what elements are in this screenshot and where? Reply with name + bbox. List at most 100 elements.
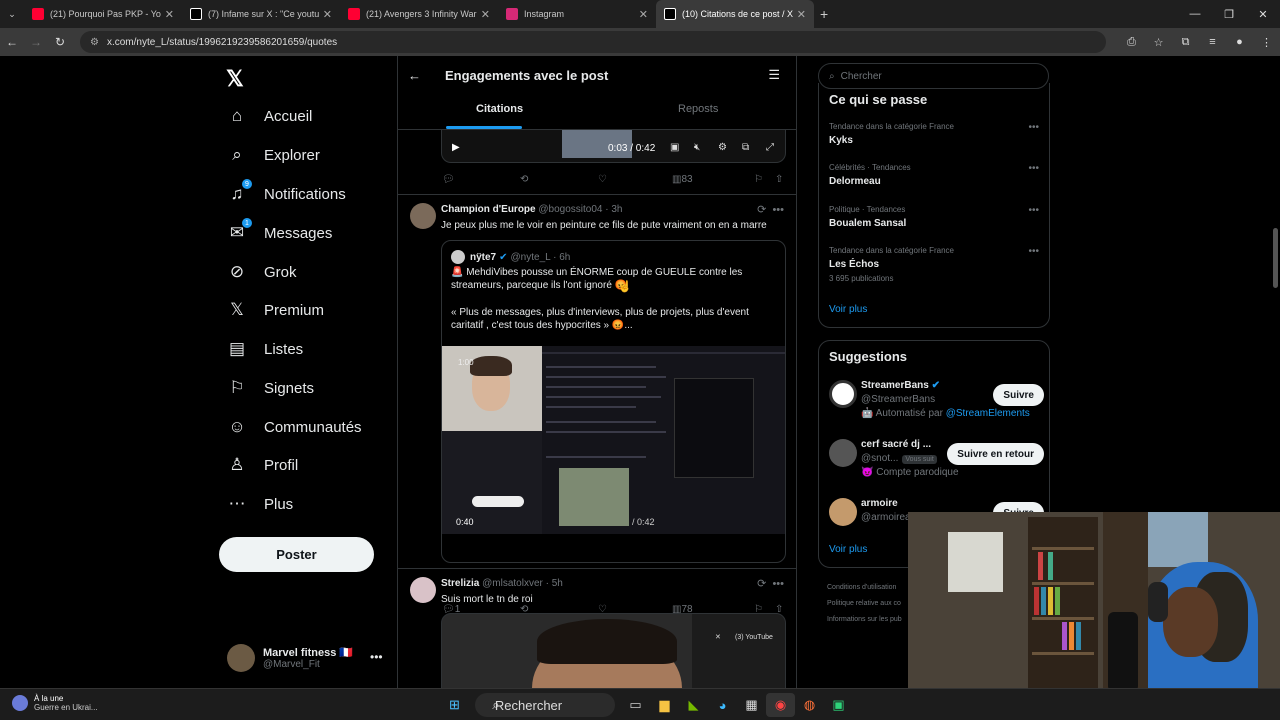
close-icon[interactable]: ✕: [481, 8, 490, 21]
store-icon[interactable]: ▦: [737, 693, 766, 717]
edge-icon[interactable]: ◕: [708, 693, 737, 717]
more-icon[interactable]: •••: [1028, 163, 1039, 174]
browser-tab[interactable]: Instagram ✕: [498, 0, 656, 28]
tab-list-button[interactable]: ⌄: [0, 9, 24, 20]
video-player[interactable]: ▶ 0:03 / 0:42 ▣ 🔇︎ ⚙ ⧉ ⤢: [441, 130, 786, 163]
sidebar-item-plus[interactable]: ⋯ Plus: [226, 489, 294, 519]
taskbar-search[interactable]: ⌕ Rechercher: [475, 693, 615, 717]
trend-name: Kyks: [829, 135, 853, 146]
repost-icon[interactable]: ⟲: [520, 174, 528, 185]
task-view-icon[interactable]: ▭: [621, 693, 650, 717]
back-arrow-icon[interactable]: ←: [408, 68, 421, 83]
post-media[interactable]: ✕ (3) YouTube: [441, 613, 786, 688]
sidebar-item-explorer[interactable]: ⌕ Explorer: [226, 140, 320, 170]
see-more-link[interactable]: Voir plus: [829, 544, 867, 555]
play-icon[interactable]: ▶: [452, 142, 460, 153]
browser-tab-active[interactable]: (10) Citations de ce post / X ✕: [656, 0, 814, 28]
minimize-icon[interactable]: —: [1178, 8, 1212, 20]
close-window-icon[interactable]: ✕: [1246, 8, 1280, 21]
follow-back-button[interactable]: Suivre en retour: [947, 443, 1044, 465]
like-icon[interactable]: ♡: [598, 174, 607, 185]
account-handle: @Marvel_Fit: [263, 659, 320, 670]
browser-tab[interactable]: (21) Pourquoi Pas PKP - YouTube ✕: [24, 0, 182, 28]
news-widget[interactable]: À la une Guerre en Ukrai...: [12, 694, 98, 712]
firefox-icon[interactable]: ◍: [795, 693, 824, 717]
url-field[interactable]: ⚙ x.com/nyte_L/status/199621923958620165…: [80, 31, 1106, 53]
browser-tab[interactable]: (7) Infame sur X : "Ce youtubeur ✕: [182, 0, 340, 28]
footer-link[interactable]: Politique relative aux co: [827, 600, 901, 607]
follow-button[interactable]: Suivre: [993, 384, 1044, 406]
sidebar-item-messages[interactable]: ✉ 1 Messages: [226, 218, 332, 248]
account-switcher[interactable]: Marvel fitness 🇫🇷 @Marvel_Fit •••: [227, 644, 383, 672]
sidebar-item-signets[interactable]: ⚐ Signets: [226, 373, 314, 403]
close-icon[interactable]: ✕: [165, 8, 174, 21]
site-info-icon[interactable]: ⚙: [90, 37, 99, 48]
tab-citations[interactable]: Citations: [476, 103, 523, 115]
more-icon[interactable]: •••: [370, 650, 383, 664]
sidebar-item-profil[interactable]: ♙ Profil: [226, 450, 298, 480]
more-icon[interactable]: ⟳ •••: [757, 577, 784, 590]
more-icon[interactable]: •••: [1028, 205, 1039, 216]
app-icon[interactable]: ▣: [824, 693, 853, 717]
more-icon[interactable]: •••: [1028, 246, 1039, 257]
footer-link[interactable]: Conditions d'utilisation: [827, 584, 896, 591]
close-icon[interactable]: ✕: [797, 8, 806, 21]
trend-item[interactable]: Tendance dans la catégorie France Les Éch…: [829, 246, 1039, 283]
settings-sliders-icon[interactable]: ☰: [768, 67, 780, 83]
close-icon[interactable]: ✕: [639, 8, 648, 21]
back-icon[interactable]: ←: [0, 35, 24, 49]
chrome-icon[interactable]: ◉: [766, 693, 795, 717]
reply-icon[interactable]: 💬︎: [442, 174, 455, 185]
see-more-link[interactable]: Voir plus: [829, 304, 867, 315]
fullscreen-icon[interactable]: ⤢: [766, 142, 774, 153]
nvidia-icon[interactable]: ◣: [679, 693, 708, 717]
suggestion-item[interactable]: StreamerBans ✔ @StreamerBans 🤖 Automatis…: [829, 380, 1044, 422]
file-explorer-icon[interactable]: ▆: [650, 693, 679, 717]
post-item[interactable]: Champion d'Europe @bogossito04 · 3h ⟳ ••…: [398, 194, 796, 615]
sidebar-item-listes[interactable]: ▤ Listes: [226, 334, 303, 364]
windows-start-icon[interactable]: ⊞: [440, 693, 469, 717]
sidebar-item-communautes[interactable]: ☺ Communautés: [226, 412, 361, 442]
suggestion-item[interactable]: cerf sacré dj ... @snot... Vous suit 😈 Co…: [829, 439, 1044, 481]
footer-link[interactable]: Informations sur les pub: [827, 616, 902, 623]
browser-tab[interactable]: (21) Avengers 3 Infinity War : cli ✕: [340, 0, 498, 28]
sidebar-item-notifications[interactable]: ♫ 9 Notifications: [226, 179, 346, 209]
sidebar-item-grok[interactable]: ⊘ Grok: [226, 257, 297, 287]
more-icon[interactable]: •••: [1028, 122, 1039, 133]
install-icon[interactable]: ⎙: [1118, 36, 1145, 49]
automated-by-link[interactable]: @StreamElements: [946, 408, 1030, 419]
pip-icon[interactable]: ⧉: [742, 142, 749, 153]
trend-item[interactable]: Tendance dans la catégorie France Kyks •••: [829, 122, 1039, 146]
post-button[interactable]: Poster: [219, 537, 374, 572]
trend-item[interactable]: Politique · Tendances Boualem Sansal •••: [829, 205, 1039, 229]
quoted-post[interactable]: nÿte7 ✔ @nyte_L · 6h 🚨 MehdiVibes pousse u…: [441, 240, 786, 563]
views-icon[interactable]: ▥ 83: [672, 174, 693, 185]
quote-video[interactable]: 1:00 0:40 / 0:42: [442, 346, 785, 534]
sidebar-item-accueil[interactable]: ⌂ Accueil: [226, 101, 313, 131]
reload-icon[interactable]: ↻: [48, 35, 72, 49]
more-icon[interactable]: ⟳ •••: [757, 203, 784, 216]
trend-name: Boualem Sansal: [829, 218, 907, 229]
mute-icon[interactable]: 🔇︎: [694, 142, 700, 153]
sidebar-item-premium[interactable]: 𝕏 Premium: [226, 295, 324, 325]
trend-item[interactable]: Célébrités · Tendances Delormeau •••: [829, 163, 1039, 187]
x-logo-icon[interactable]: 𝕏: [226, 66, 244, 92]
tab-reposts[interactable]: Reposts: [678, 103, 718, 115]
captions-icon[interactable]: ▣: [670, 142, 679, 153]
video-duration: / 0:42: [632, 517, 655, 527]
media-icon[interactable]: ≡: [1199, 36, 1226, 49]
settings-icon[interactable]: ⚙: [718, 142, 727, 153]
forward-icon[interactable]: →: [24, 35, 48, 49]
scrollbar-thumb[interactable]: [1273, 228, 1278, 288]
close-icon[interactable]: ✕: [323, 8, 332, 21]
bookmark-icon[interactable]: ⚐: [754, 174, 763, 185]
maximize-icon[interactable]: ❐: [1212, 8, 1246, 21]
post-item[interactable]: Strelizia @mlsatolxver · 5h ⟳ ••• Suis m…: [398, 568, 796, 688]
star-icon[interactable]: ☆: [1145, 36, 1172, 49]
list-icon: ▤: [228, 339, 246, 358]
menu-icon[interactable]: ⋮: [1253, 36, 1280, 49]
share-icon[interactable]: ⇧: [775, 174, 783, 185]
extensions-icon[interactable]: ⧉: [1172, 36, 1199, 49]
profile-icon[interactable]: ●: [1226, 36, 1253, 49]
new-tab-button[interactable]: +: [820, 6, 828, 22]
